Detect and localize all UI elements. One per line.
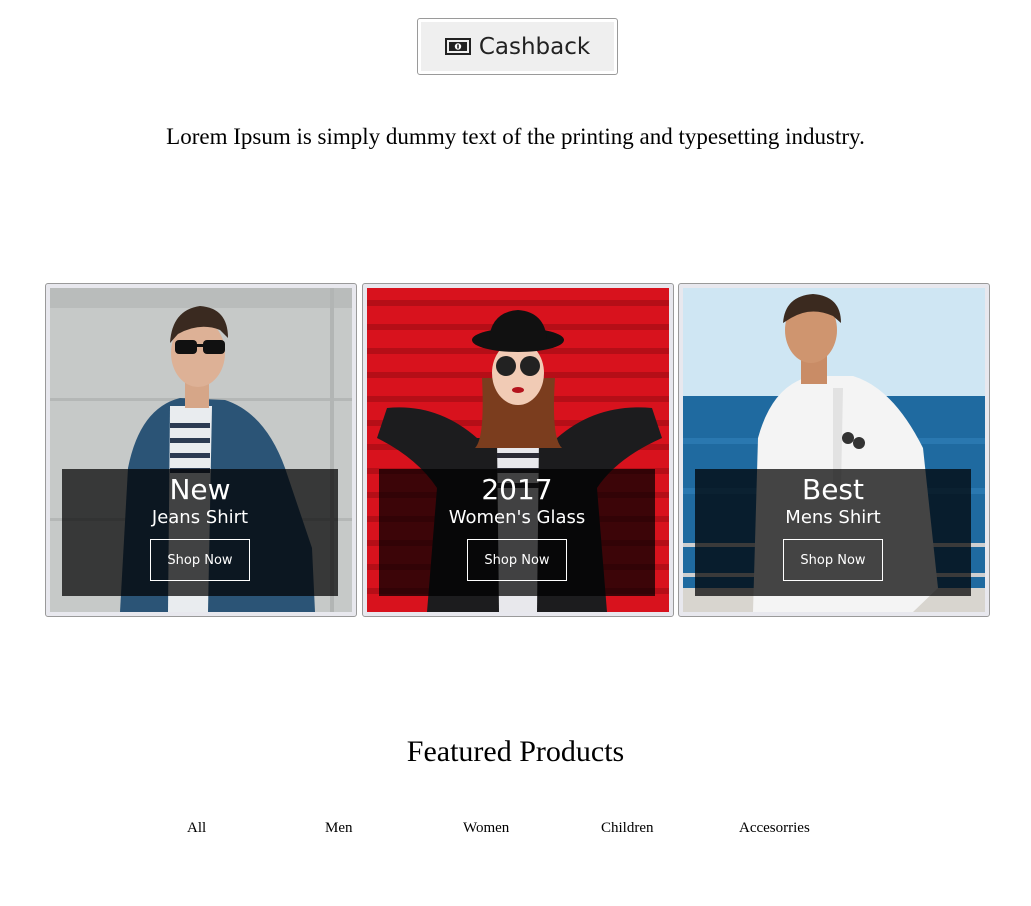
promo-card-jeans-shirt[interactable]: New Jeans Shirt Shop Now bbox=[45, 283, 357, 617]
shop-now-button[interactable]: Shop Now bbox=[150, 539, 250, 581]
promo-title: Best bbox=[801, 473, 864, 506]
promo-photo-man-denim-jacket: New Jeans Shirt Shop Now bbox=[50, 288, 352, 612]
filter-tab-children[interactable]: Children bbox=[601, 820, 654, 837]
promo-overlay: 2017 Women's Glass Shop Now bbox=[379, 469, 655, 596]
cashback-button[interactable]: Cashback bbox=[417, 18, 618, 75]
promo-overlay: Best Mens Shirt Shop Now bbox=[695, 469, 971, 596]
promo-title: New bbox=[169, 473, 231, 506]
promo-photo-man-sea: Best Mens Shirt Shop Now bbox=[683, 288, 985, 612]
shop-now-button[interactable]: Shop Now bbox=[467, 539, 567, 581]
promo-title: 2017 bbox=[481, 473, 553, 506]
tagline-text: Lorem Ipsum is simply dummy text of the … bbox=[166, 124, 865, 149]
promo-card-womens-glass[interactable]: 2017 Women's Glass Shop Now bbox=[362, 283, 674, 617]
featured-products-heading: Featured Products bbox=[406, 735, 625, 768]
promo-subtitle: Women's Glass bbox=[448, 507, 586, 528]
cashback-label: Cashback bbox=[478, 33, 591, 60]
filter-tab-women[interactable]: Women bbox=[463, 820, 509, 837]
money-bill-icon bbox=[444, 38, 471, 55]
filter-tab-all[interactable]: All bbox=[187, 820, 206, 837]
promo-overlay: New Jeans Shirt Shop Now bbox=[62, 469, 338, 596]
promo-card-mens-shirt[interactable]: Best Mens Shirt Shop Now bbox=[678, 283, 990, 617]
shop-now-button[interactable]: Shop Now bbox=[783, 539, 883, 581]
promo-subtitle: Jeans Shirt bbox=[151, 507, 249, 528]
cashback-button-face: Cashback bbox=[421, 22, 614, 71]
filter-tab-men[interactable]: Men bbox=[325, 820, 353, 837]
promo-photo-woman-sunglasses: 2017 Women's Glass Shop Now bbox=[367, 288, 669, 612]
promo-subtitle: Mens Shirt bbox=[785, 507, 881, 528]
filter-tab-accessories[interactable]: Accesorries bbox=[739, 820, 810, 837]
